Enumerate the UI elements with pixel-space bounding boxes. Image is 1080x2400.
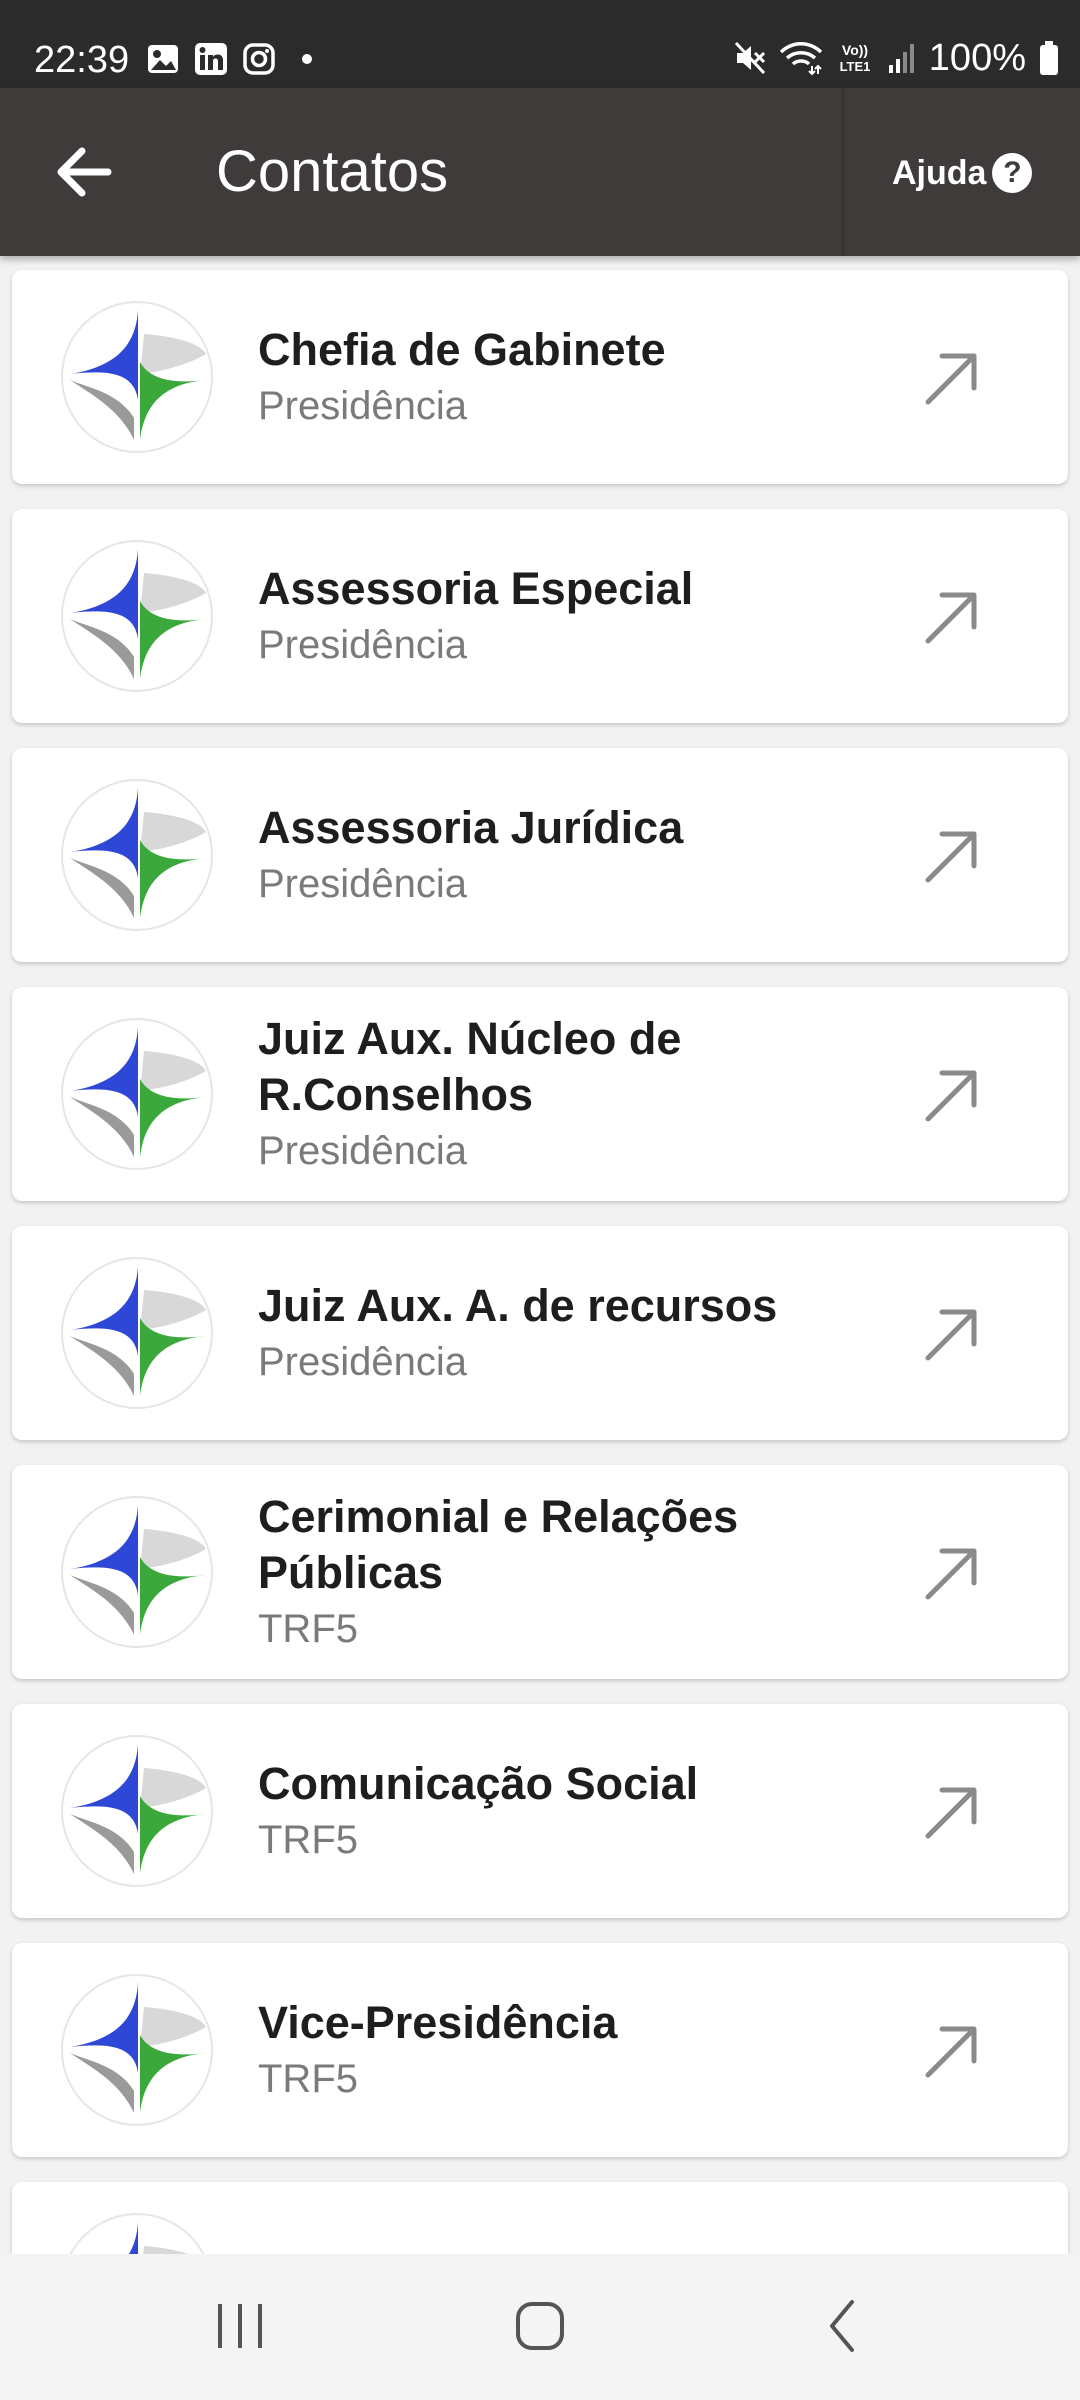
contact-card[interactable]: Juiz Aux. A. de recursos Presidência bbox=[12, 1226, 1068, 1440]
dot-icon bbox=[302, 54, 312, 64]
recents-button[interactable] bbox=[212, 2294, 268, 2359]
contact-subtitle: Presidência bbox=[258, 623, 468, 667]
contact-subtitle: Presidência bbox=[258, 384, 468, 428]
trf5-logo-icon bbox=[61, 1735, 213, 1887]
question-circle-icon: ? bbox=[992, 153, 1033, 193]
battery-percent: 100% bbox=[928, 37, 1026, 79]
contact-card[interactable]: Assessoria Especial Presidência bbox=[12, 509, 1068, 723]
volte-icon: Vo)) LTE1 bbox=[839, 42, 870, 74]
trf5-logo-icon bbox=[61, 540, 213, 692]
help-label: Ajuda bbox=[892, 153, 987, 192]
contact-card[interactable]: Assessoria Jurídica Presidência bbox=[12, 748, 1068, 962]
trf5-logo-icon bbox=[61, 301, 213, 453]
trf5-logo-icon bbox=[61, 1018, 213, 1170]
contact-text: Juiz Aux. A. de recursos Presidência bbox=[258, 1226, 878, 1440]
contact-name: Assessoria Jurídica bbox=[258, 802, 684, 853]
trf5-logo-icon bbox=[61, 1974, 213, 2126]
recents-icon bbox=[218, 2304, 262, 2348]
arrow-up-right-icon[interactable] bbox=[920, 585, 984, 649]
status-bar: 22:39 Vo)) LTE1 100% bbox=[0, 0, 1080, 88]
arrow-up-right-icon[interactable] bbox=[920, 1780, 984, 1844]
mute-icon bbox=[734, 41, 765, 75]
system-back-button[interactable] bbox=[818, 2294, 868, 2359]
trf5-logo-icon bbox=[69, 2213, 205, 2254]
help-button[interactable]: Ajuda ? bbox=[892, 148, 1033, 198]
contact-subtitle: Presidência bbox=[258, 862, 468, 906]
signal-icon bbox=[888, 44, 914, 73]
app-bar-divider bbox=[842, 88, 844, 256]
notification-icons bbox=[146, 42, 324, 76]
back-button[interactable] bbox=[50, 142, 120, 202]
contact-name: Juiz Aux. A. de recursos bbox=[258, 1280, 778, 1331]
instagram-icon bbox=[243, 43, 275, 75]
arrow-up-right-icon[interactable] bbox=[920, 346, 984, 410]
arrow-up-right-icon[interactable] bbox=[920, 1302, 984, 1366]
contact-card[interactable]: Juiz Aux. Núcleo de R.Conselhos Presidênc… bbox=[12, 987, 1068, 1201]
contact-card[interactable]: Comunicação Social TRF5 bbox=[12, 1704, 1068, 1918]
contact-card[interactable]: Cerimonial e Relações Públicas TRF5 bbox=[12, 1465, 1068, 1679]
wifi-icon bbox=[779, 42, 822, 76]
contact-text: Vice-Presidência TRF5 bbox=[258, 1943, 878, 2157]
contact-subtitle: TRF5 bbox=[258, 1818, 358, 1862]
contact-text: Juiz Aux. Núcleo de R.Conselhos Presidênc… bbox=[258, 987, 878, 1201]
contact-card[interactable]: Vice-Presidência TRF5 bbox=[12, 1943, 1068, 2157]
contact-name: Vice-Presidência bbox=[258, 1997, 618, 2048]
arrow-up-right-icon[interactable] bbox=[920, 824, 984, 888]
arrow-up-right-icon[interactable] bbox=[920, 1063, 984, 1127]
status-time: 22:39 bbox=[34, 39, 130, 81]
contact-text: Assessoria Especial Presidência bbox=[258, 509, 878, 723]
contact-text: Chefia de Gabinete Presidência bbox=[258, 270, 878, 484]
contact-card[interactable]: Gab. Des. Edilson Nob bbox=[12, 2182, 1068, 2254]
system-status-icons: Vo)) LTE1 100% bbox=[733, 36, 1060, 80]
battery-icon bbox=[1040, 41, 1058, 75]
contact-text: Assessoria Jurídica Presidência bbox=[258, 748, 878, 962]
gallery-icon bbox=[148, 45, 178, 73]
contact-text: Cerimonial e Relações Públicas TRF5 bbox=[258, 1465, 878, 1679]
system-nav-bar bbox=[0, 2254, 1080, 2400]
contact-subtitle: Presidência bbox=[258, 1129, 468, 1173]
contact-subtitle: TRF5 bbox=[258, 2057, 358, 2101]
contact-name: Cerimonial e Relações Públicas bbox=[258, 1491, 739, 1598]
app-bar: Contatos Ajuda ? bbox=[0, 88, 1080, 256]
trf5-logo-icon bbox=[61, 779, 213, 931]
trf5-logo-icon bbox=[61, 1496, 213, 1648]
contact-subtitle: Presidência bbox=[258, 1340, 468, 1384]
arrow-left-icon bbox=[57, 147, 112, 197]
svg-text:Vo)): Vo)) bbox=[842, 42, 868, 58]
contact-name: Assessoria Especial bbox=[258, 563, 694, 614]
contacts-list[interactable]: Chefia de Gabinete Presidência Assessoria … bbox=[0, 256, 1080, 2254]
back-nav-icon bbox=[830, 2300, 854, 2352]
trf5-logo-icon bbox=[61, 1257, 213, 1409]
arrow-up-right-icon[interactable] bbox=[920, 2019, 984, 2083]
arrow-up-right-icon[interactable] bbox=[920, 1541, 984, 1605]
svg-text:LTE1: LTE1 bbox=[839, 59, 870, 74]
contact-name: Comunicação Social bbox=[258, 1758, 699, 1809]
contact-card[interactable]: Chefia de Gabinete Presidência bbox=[12, 270, 1068, 484]
contact-name: Chefia de Gabinete bbox=[258, 324, 666, 375]
contact-text: Comunicação Social TRF5 bbox=[258, 1704, 878, 1918]
page-title: Contatos bbox=[216, 139, 449, 204]
contact-subtitle: TRF5 bbox=[258, 1607, 358, 1651]
home-icon bbox=[516, 2302, 564, 2350]
contact-text: Gab. Des. Edilson Nob bbox=[258, 2182, 878, 2254]
home-button[interactable] bbox=[508, 2294, 572, 2359]
linkedin-icon bbox=[195, 43, 227, 75]
contact-name: Juiz Aux. Núcleo de R.Conselhos bbox=[258, 1013, 682, 1120]
